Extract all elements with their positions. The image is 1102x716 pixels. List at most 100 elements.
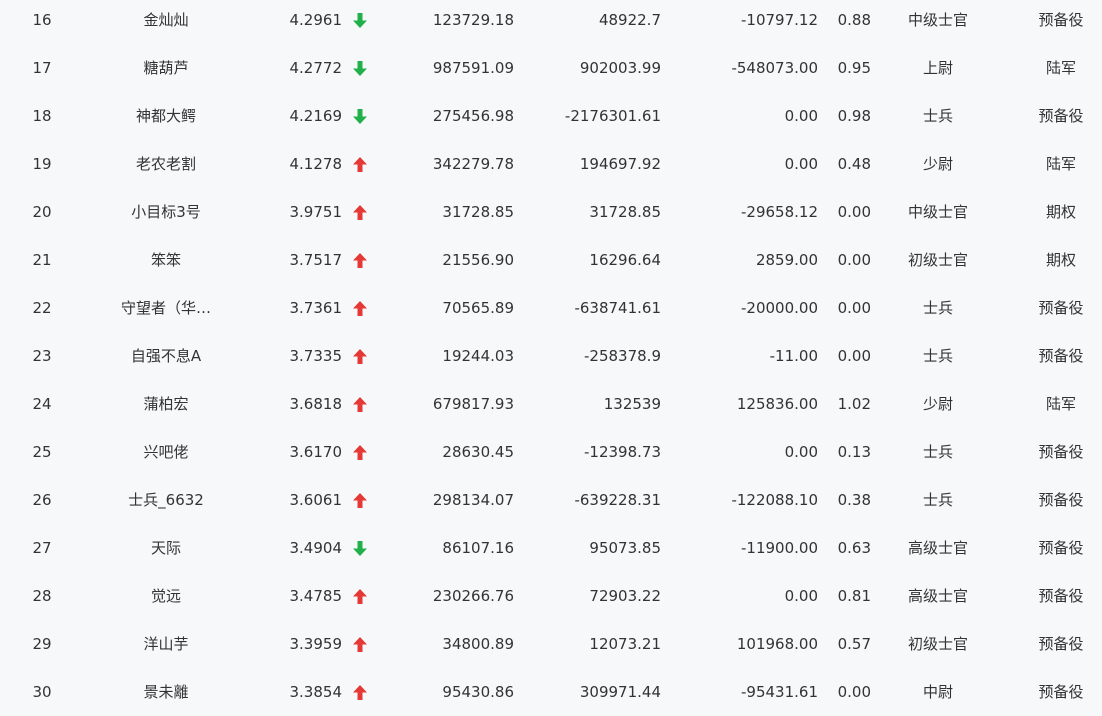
value1-cell: 28630.45 <box>442 443 514 461</box>
rank-cell: 22 <box>32 299 52 317</box>
rank-cell: 25 <box>32 443 52 461</box>
name-cell[interactable]: 士兵_6632 <box>86 476 246 524</box>
name-cell[interactable]: 金灿灿 <box>86 0 246 44</box>
table-row[interactable]: 28 觉远 3.4785 230266.76 72903.22 0.00 0.8… <box>0 572 1102 620</box>
value2-cell: 194697.92 <box>579 155 661 173</box>
name-cell[interactable]: 守望者（华… <box>86 284 246 332</box>
score-cell: 3.7361 <box>289 299 343 317</box>
ratio-cell: 0.63 <box>837 539 871 557</box>
ratio-cell: 0.57 <box>837 635 871 653</box>
category-cell: 预备役 <box>1038 491 1084 509</box>
arrow-up-icon <box>352 236 368 284</box>
name-cell[interactable]: 糖葫芦 <box>86 44 246 92</box>
category-cell: 预备役 <box>1038 539 1084 557</box>
level-cell: 中尉 <box>922 683 953 701</box>
name-cell[interactable]: 老农老割 <box>86 140 246 188</box>
value3-cell: -11.00 <box>769 347 818 365</box>
rank-cell: 16 <box>32 11 52 29</box>
table-row[interactable]: 17 糖葫芦 4.2772 987591.09 902003.99 -54807… <box>0 44 1102 92</box>
score-cell: 4.1278 <box>289 155 343 173</box>
ratio-cell: 0.95 <box>837 59 871 77</box>
ratio-cell: 1.02 <box>837 395 871 413</box>
value1-cell: 123729.18 <box>432 11 514 29</box>
score-cell: 3.4785 <box>289 587 343 605</box>
value2-cell: 902003.99 <box>579 59 661 77</box>
value3-cell: 0.00 <box>784 155 818 173</box>
name-cell[interactable]: 蒲柏宏 <box>86 380 246 428</box>
name-cell[interactable]: 小目标3号 <box>86 188 246 236</box>
name-cell[interactable]: 天际 <box>86 524 246 572</box>
level-cell: 中级士官 <box>907 203 968 221</box>
table-row[interactable]: 27 天际 3.4904 86107.16 95073.85 -11900.00… <box>0 524 1102 572</box>
level-cell: 少尉 <box>922 395 953 413</box>
ratio-cell: 0.13 <box>837 443 871 461</box>
value3-cell: 0.00 <box>784 587 818 605</box>
value2-cell: 16296.64 <box>589 251 661 269</box>
table-row[interactable]: 30 景未離 3.3854 95430.86 309971.44 -95431.… <box>0 668 1102 716</box>
table-row[interactable]: 18 神都大鳄 4.2169 275456.98 -2176301.61 0.0… <box>0 92 1102 140</box>
arrow-up-icon <box>352 572 368 620</box>
value1-cell: 987591.09 <box>432 59 514 77</box>
table-row[interactable]: 23 自强不息A 3.7335 19244.03 -258378.9 -11.0… <box>0 332 1102 380</box>
value2-cell: 132539 <box>603 395 661 413</box>
ratio-cell: 0.00 <box>837 299 871 317</box>
table-row[interactable]: 16 金灿灿 4.2961 123729.18 48922.7 -10797.1… <box>0 0 1102 44</box>
value1-cell: 298134.07 <box>432 491 514 509</box>
category-cell: 预备役 <box>1038 107 1084 125</box>
level-cell: 上尉 <box>922 59 953 77</box>
arrow-up-icon <box>352 332 368 380</box>
level-cell: 高级士官 <box>907 539 968 557</box>
score-cell: 3.3854 <box>289 683 343 701</box>
ratio-cell: 0.81 <box>837 587 871 605</box>
table-row[interactable]: 19 老农老割 4.1278 342279.78 194697.92 0.00 … <box>0 140 1102 188</box>
category-cell: 陆军 <box>1045 59 1076 77</box>
score-cell: 3.4904 <box>289 539 343 557</box>
value3-cell: -95431.61 <box>741 683 818 701</box>
name-cell[interactable]: 自强不息A <box>86 332 246 380</box>
value1-cell: 95430.86 <box>442 683 514 701</box>
table-row[interactable]: 20 小目标3号 3.9751 31728.85 31728.85 -29658… <box>0 188 1102 236</box>
arrow-down-icon <box>352 92 368 140</box>
table-row[interactable]: 22 守望者（华… 3.7361 70565.89 -638741.61 -20… <box>0 284 1102 332</box>
value2-cell: 12073.21 <box>589 635 661 653</box>
arrow-up-icon <box>352 380 368 428</box>
category-cell: 预备役 <box>1038 635 1084 653</box>
value3-cell: -11900.00 <box>741 539 818 557</box>
name-cell[interactable]: 景未離 <box>86 668 246 716</box>
score-cell: 3.3959 <box>289 635 343 653</box>
category-cell: 陆军 <box>1045 155 1076 173</box>
rank-cell: 28 <box>32 587 52 605</box>
name-cell[interactable]: 兴吧佬 <box>86 428 246 476</box>
level-cell: 士兵 <box>922 299 953 317</box>
level-cell: 士兵 <box>922 443 953 461</box>
name-cell[interactable]: 洋山芋 <box>86 620 246 668</box>
arrow-up-icon <box>352 140 368 188</box>
name-cell[interactable]: 笨笨 <box>86 236 246 284</box>
arrow-up-icon <box>352 668 368 716</box>
rank-cell: 30 <box>32 683 52 701</box>
score-cell: 4.2772 <box>289 59 343 77</box>
table-row[interactable]: 26 士兵_6632 3.6061 298134.07 -639228.31 -… <box>0 476 1102 524</box>
category-cell: 期权 <box>1045 203 1076 221</box>
table-row[interactable]: 25 兴吧佬 3.6170 28630.45 -12398.73 0.00 0.… <box>0 428 1102 476</box>
level-cell: 中级士官 <box>907 11 968 29</box>
value1-cell: 19244.03 <box>442 347 514 365</box>
name-cell[interactable]: 觉远 <box>86 572 246 620</box>
level-cell: 士兵 <box>922 491 953 509</box>
value2-cell: 95073.85 <box>589 539 661 557</box>
name-cell[interactable]: 神都大鳄 <box>86 92 246 140</box>
value3-cell: 125836.00 <box>736 395 818 413</box>
table-row[interactable]: 29 洋山芋 3.3959 34800.89 12073.21 101968.0… <box>0 620 1102 668</box>
score-cell: 4.2169 <box>289 107 343 125</box>
arrow-up-icon <box>352 428 368 476</box>
table-row[interactable]: 24 蒲柏宏 3.6818 679817.93 132539 125836.00… <box>0 380 1102 428</box>
arrow-down-icon <box>352 524 368 572</box>
level-cell: 高级士官 <box>907 587 968 605</box>
table-row[interactable]: 21 笨笨 3.7517 21556.90 16296.64 2859.00 0… <box>0 236 1102 284</box>
arrow-down-icon <box>352 44 368 92</box>
rank-cell: 21 <box>32 251 52 269</box>
score-cell: 3.7517 <box>289 251 343 269</box>
ratio-cell: 0.88 <box>837 11 871 29</box>
value2-cell: -638741.61 <box>574 299 661 317</box>
value1-cell: 342279.78 <box>432 155 514 173</box>
